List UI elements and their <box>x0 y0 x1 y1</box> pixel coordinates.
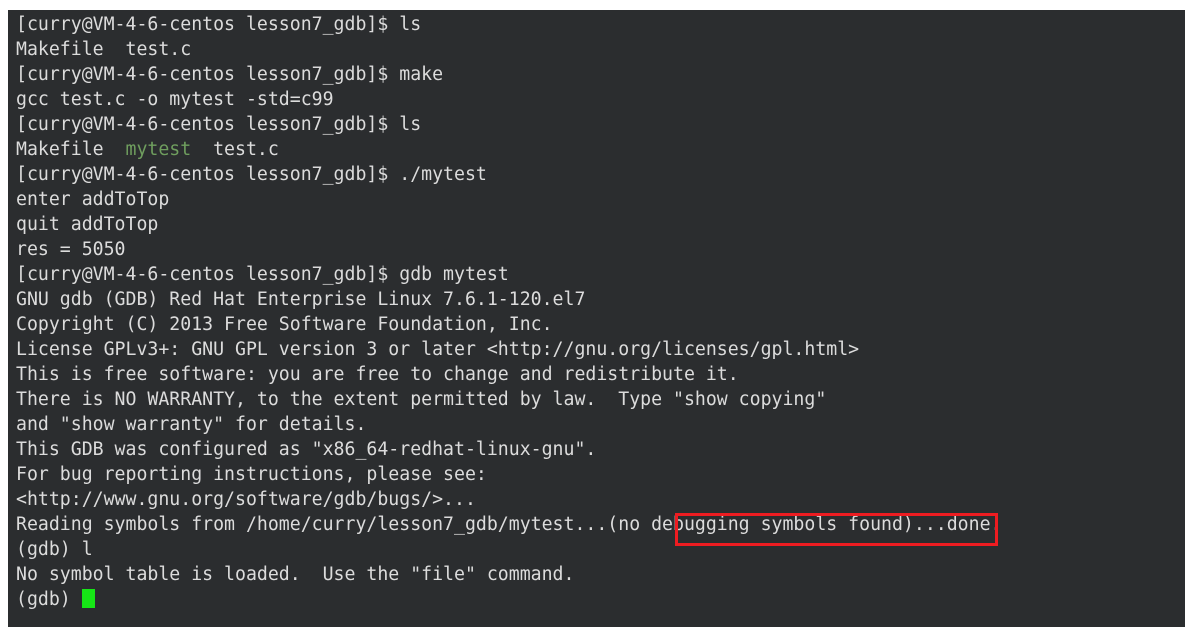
terminal-token: res = 5050 <box>16 239 126 260</box>
terminal-token: (gdb) l <box>16 539 93 560</box>
terminal-line: Makefile mytest test.c <box>16 137 1185 162</box>
terminal-token: For bug reporting instructions, please s… <box>16 464 487 485</box>
terminal-line: [curry@VM-4-6-centos lesson7_gdb]$ ls <box>16 112 1185 137</box>
terminal-line: (gdb) l <box>16 537 1185 562</box>
terminal-line: <http://www.gnu.org/software/gdb/bugs/>.… <box>16 487 1185 512</box>
terminal-token: [curry@VM-4-6-centos lesson7_gdb]$ ./myt… <box>16 164 487 185</box>
terminal-token: enter addToTop <box>16 189 170 210</box>
terminal-token: This is free software: you are free to c… <box>16 364 739 385</box>
terminal-token: License GPLv3+: GNU GPL version 3 or lat… <box>16 339 860 360</box>
terminal-cursor <box>81 589 95 608</box>
terminal-line: (gdb) <box>16 587 1185 612</box>
terminal-token: [curry@VM-4-6-centos lesson7_gdb]$ ls <box>16 114 422 135</box>
terminal-token-executable: mytest <box>125 139 192 160</box>
terminal-line: This GDB was configured as "x86_64-redha… <box>16 437 1185 462</box>
terminal-window[interactable]: [curry@VM-4-6-centos lesson7_gdb]$ ls Mak… <box>8 10 1185 627</box>
terminal-token: Makefile test.c <box>16 39 192 60</box>
terminal-line: There is NO WARRANTY, to the extent perm… <box>16 387 1185 412</box>
terminal-line: [curry@VM-4-6-centos lesson7_gdb]$ make <box>16 62 1185 87</box>
terminal-line: and "show warranty" for details. <box>16 412 1185 437</box>
terminal-line: This is free software: you are free to c… <box>16 362 1185 387</box>
terminal-token: [curry@VM-4-6-centos lesson7_gdb]$ ls <box>16 14 422 35</box>
terminal-line: For bug reporting instructions, please s… <box>16 462 1185 487</box>
terminal-token: gcc test.c -o mytest -std=c99 <box>16 89 334 110</box>
terminal-token: <http://www.gnu.org/software/gdb/bugs/>.… <box>16 489 476 510</box>
terminal-line: License GPLv3+: GNU GPL version 3 or lat… <box>16 337 1185 362</box>
terminal-line: [curry@VM-4-6-centos lesson7_gdb]$ ./myt… <box>16 162 1185 187</box>
terminal-line: GNU gdb (GDB) Red Hat Enterprise Linux 7… <box>16 287 1185 312</box>
terminal-token: [curry@VM-4-6-centos lesson7_gdb]$ make <box>16 64 444 85</box>
terminal-token: [curry@VM-4-6-centos lesson7_gdb]$ gdb m… <box>16 264 509 285</box>
terminal-line: quit addToTop <box>16 212 1185 237</box>
terminal-token: GNU gdb (GDB) Red Hat Enterprise Linux 7… <box>16 289 586 310</box>
terminal-line: [curry@VM-4-6-centos lesson7_gdb]$ ls <box>16 12 1185 37</box>
terminal-token: (gdb) <box>16 589 82 610</box>
terminal-line: Reading symbols from /home/curry/lesson7… <box>16 512 1185 537</box>
terminal-line: res = 5050 <box>16 237 1185 262</box>
terminal-token: This GDB was configured as "x86_64-redha… <box>16 439 597 460</box>
terminal-line: gcc test.c -o mytest -std=c99 <box>16 87 1185 112</box>
terminal-token: test.c <box>191 139 279 160</box>
terminal-token: There is NO WARRANTY, to the extent perm… <box>16 389 827 410</box>
terminal-line: Copyright (C) 2013 Free Software Foundat… <box>16 312 1185 337</box>
terminal-screen[interactable]: [curry@VM-4-6-centos lesson7_gdb]$ ls Mak… <box>16 12 1185 627</box>
terminal-token: quit addToTop <box>16 214 159 235</box>
terminal-token: No symbol table is loaded. Use the "file… <box>16 564 575 585</box>
terminal-line: No symbol table is loaded. Use the "file… <box>16 562 1185 587</box>
terminal-token: Reading symbols from /home/curry/lesson7… <box>16 514 1002 535</box>
terminal-token: Makefile <box>16 139 126 160</box>
terminal-line: [curry@VM-4-6-centos lesson7_gdb]$ gdb m… <box>16 262 1185 287</box>
terminal-line: Makefile test.c <box>16 37 1185 62</box>
terminal-token: Copyright (C) 2013 Free Software Foundat… <box>16 314 553 335</box>
terminal-line: enter addToTop <box>16 187 1185 212</box>
terminal-token: and "show warranty" for details. <box>16 414 367 435</box>
